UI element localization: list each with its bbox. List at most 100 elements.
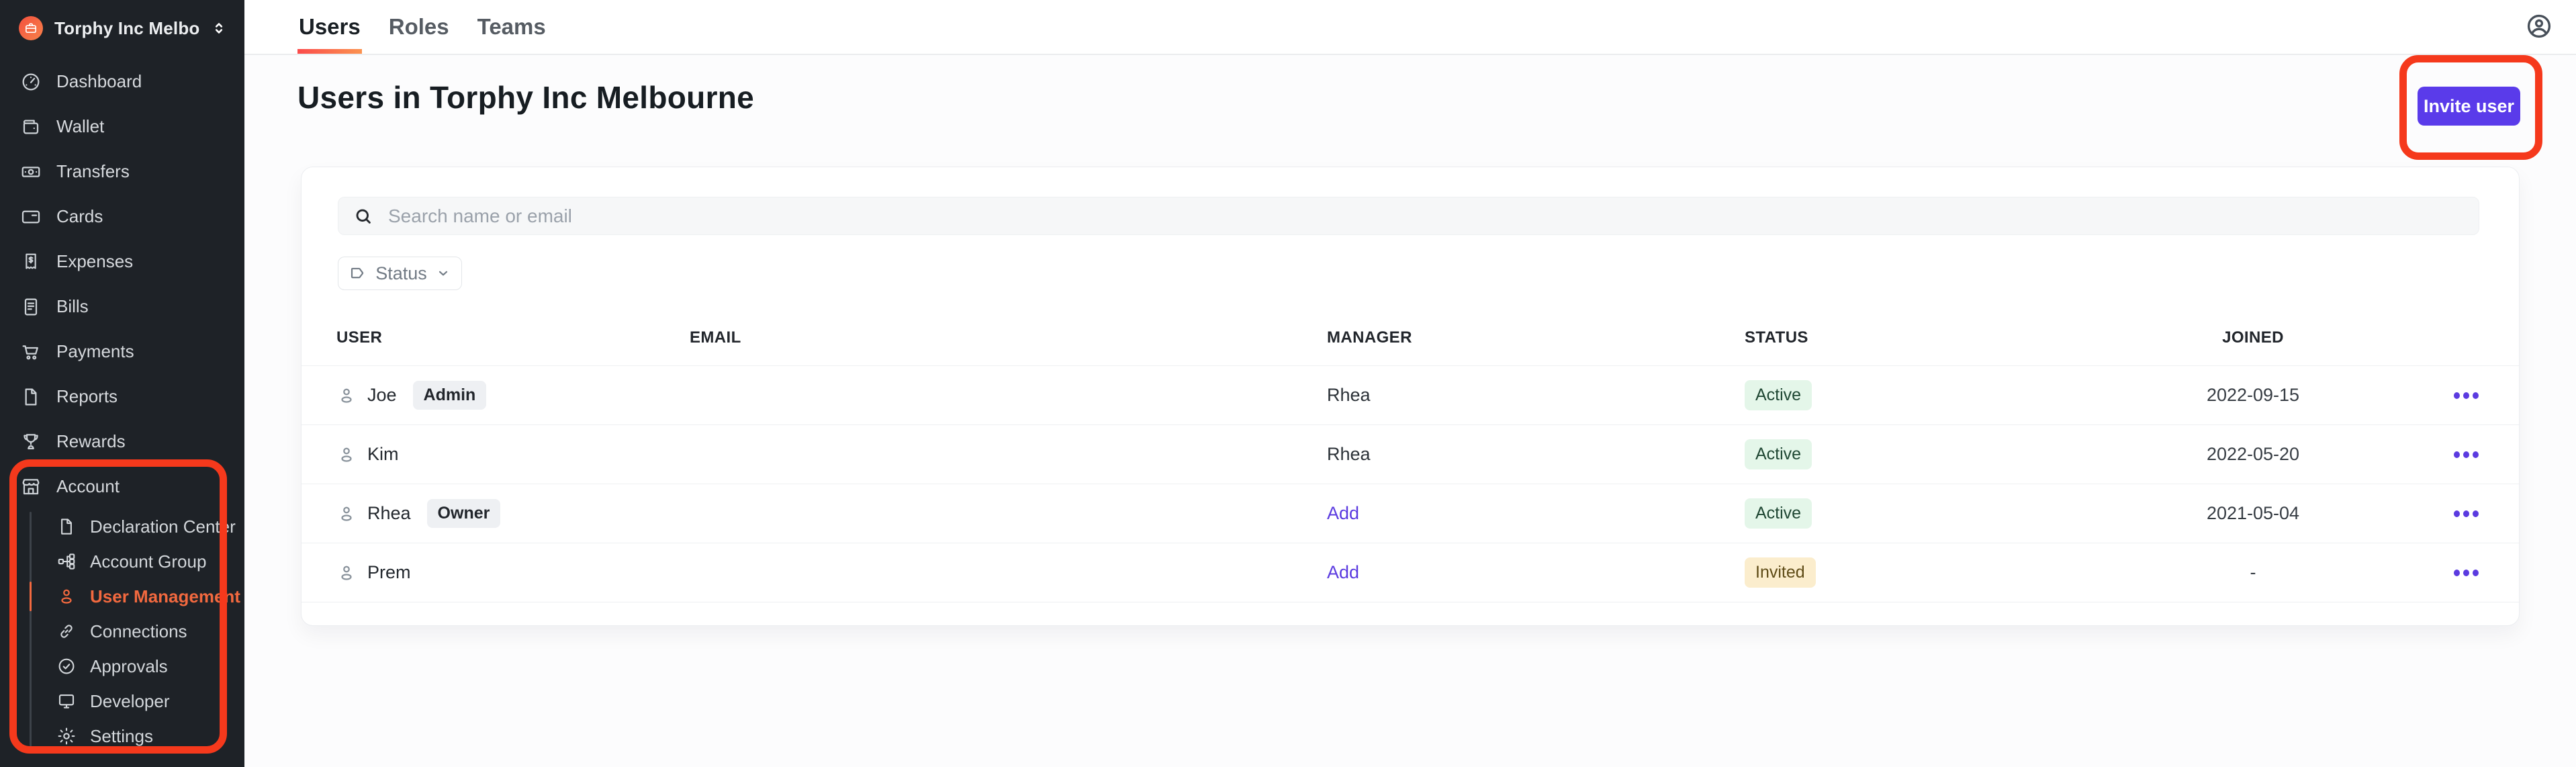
sidebar-item-account-group[interactable]: Account Group [0,544,244,579]
row-menu-button[interactable] [2454,510,2479,517]
user-avatar-icon [336,386,357,406]
subnav-rail [30,512,32,748]
status-filter-label: Status [375,263,427,283]
tab-users[interactable]: Users [297,0,362,54]
cards-icon [20,206,42,228]
table-row: Rhea Owner Add Active 2021-05-04 [302,484,2519,543]
actions-cell [2390,392,2519,399]
row-menu-button[interactable] [2454,569,2479,576]
sidebar-item-transfers[interactable]: Transfers [0,149,244,194]
column-header-manager: MANAGER [1327,328,1412,347]
sidebar-item-bills[interactable]: Bills [0,284,244,329]
table-row: Joe Admin Rhea Active 2022-09-15 [302,365,2519,424]
sidebar-item-reports[interactable]: Reports [0,374,244,419]
row-menu-button[interactable] [2454,451,2479,458]
users-table: USER EMAIL MANAGER STATUS JOINED Joe Admin Rhe… [302,310,2519,625]
tab-teams[interactable]: Teams [476,0,547,54]
table-header: USER EMAIL MANAGER STATUS JOINED [302,310,2519,365]
search-icon [353,206,373,226]
user-avatar-icon [336,563,357,583]
joined-cell: - [2250,562,2256,582]
user-avatar-icon [336,504,357,524]
add-manager-link[interactable]: Add [1327,562,1359,582]
column-header-user: USER [336,328,383,347]
status-cell: Active [1745,439,2116,469]
avatar-icon[interactable] [2525,12,2553,40]
tab-roles[interactable]: Roles [387,0,451,54]
settings-icon [56,726,77,746]
sidebar-item-user-management[interactable]: User Management [0,579,244,614]
actions-cell [2390,569,2519,576]
connections-icon [56,621,77,641]
joined-cell: 2021-05-04 [2206,503,2300,523]
status-badge: Invited [1745,557,1816,588]
expenses-icon [20,251,42,273]
status-cell: Active [1745,498,2116,529]
table-row: Kim Rhea Active 2022-05-20 [302,424,2519,484]
sidebar-item-dashboard[interactable]: Dashboard [0,59,244,104]
sidebar-item-payments[interactable]: Payments [0,329,244,374]
joined-cell: 2022-09-15 [2206,385,2300,405]
user-cell: Joe Admin [336,381,690,410]
column-header-joined: JOINED [2222,328,2284,347]
declaration-center-icon [56,516,77,537]
row-menu-button[interactable] [2454,392,2479,399]
sidebar-item-label: Approvals [90,656,168,676]
sidebar-item-wallet[interactable]: Wallet [0,104,244,149]
sidebar-item-declaration-center[interactable]: Declaration Center [0,509,244,544]
manager-cell: Rhea [1327,444,1745,465]
sidebar-item-label: Bills [56,296,89,316]
sidebar-item-label: Connections [90,621,187,641]
chevron-up-down-icon[interactable] [211,20,227,36]
add-manager-link[interactable]: Add [1327,503,1359,523]
sidebar-item-expenses[interactable]: Expenses [0,239,244,284]
company-name: Torphy Inc Melbo... [54,17,199,38]
table-body: Joe Admin Rhea Active 2022-09-15 Kim Rhea Activ… [302,365,2519,602]
column-header-email: EMAIL [690,328,741,347]
sidebar-nav: Dashboard Wallet Transfers Cards Expenses Bil… [0,59,244,754]
user-name: Kim [367,444,399,464]
developer-icon [56,691,77,711]
users-card: Status USER EMAIL MANAGER STATUS JOINED Joe A… [301,167,2520,626]
sidebar-item-label: Rewards [56,431,126,451]
chevron-down-icon [436,266,451,281]
sidebar-item-settings[interactable]: Settings [0,719,244,754]
search-box [338,197,2479,235]
status-badge: Active [1745,439,1812,469]
rewards-icon [20,431,42,453]
sidebar-item-label: Account [56,476,120,496]
user-name: Rhea [367,503,411,523]
manager-cell: Add [1327,503,1745,524]
user-cell: Rhea Owner [336,499,690,528]
search-input[interactable] [387,204,2464,228]
user-cell: Prem [336,562,690,583]
sidebar-item-label: Declaration Center [90,516,236,537]
sidebar-item-approvals[interactable]: Approvals [0,649,244,684]
sidebar-item-rewards[interactable]: Rewards [0,419,244,464]
approvals-icon [56,656,77,676]
sidebar-item-label: Dashboard [56,71,142,91]
joined-cell: 2022-05-20 [2206,444,2300,464]
tab-bar: Users Roles Teams [297,0,547,54]
sidebar-item-account[interactable]: Account [0,464,244,509]
user-cell: Kim [336,444,690,465]
company-switcher[interactable]: Torphy Inc Melbo... [0,13,244,43]
sidebar-item-developer[interactable]: Developer [0,684,244,719]
role-badge: Owner [426,499,501,528]
invite-user-button[interactable]: Invite user [2418,87,2520,126]
sidebar-item-label: Account Group [90,551,207,572]
main-content: Users Roles Teams Users in Torphy Inc Melb… [244,0,2576,767]
company-logo [19,16,43,40]
sidebar-item-connections[interactable]: Connections [0,614,244,649]
sidebar-item-label: Reports [56,386,118,406]
manager-cell: Add [1327,562,1745,583]
role-badge: Admin [412,381,487,410]
account-group-icon [56,551,77,572]
sidebar-item-cards[interactable]: Cards [0,194,244,239]
account-icon [20,476,42,498]
manager-cell: Rhea [1327,385,1745,406]
sidebar-item-label: Payments [56,341,134,361]
status-filter[interactable]: Status [338,257,462,290]
status-cell: Active [1745,380,2116,410]
payments-icon [20,341,42,363]
